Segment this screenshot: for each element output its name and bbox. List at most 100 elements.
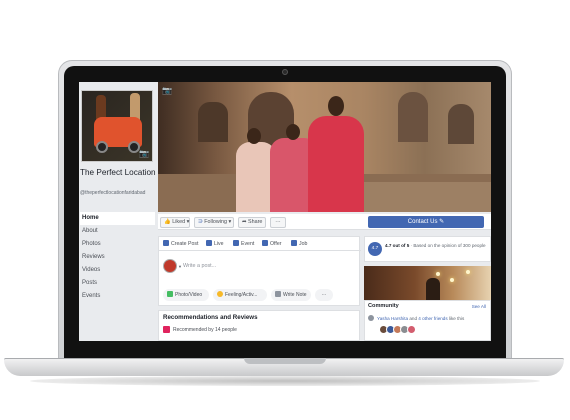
car-wheel: [96, 141, 108, 153]
liked-button[interactable]: 👍 Liked ▾: [160, 217, 190, 228]
laptop-notch: [244, 358, 326, 364]
lamp-light: [450, 278, 454, 282]
briefcase-icon: [291, 240, 297, 246]
thumbs-up-icon: 👍: [164, 219, 171, 225]
tab-create-post[interactable]: Create Post: [163, 239, 198, 249]
nav-item-events[interactable]: Events: [80, 290, 155, 303]
page-action-bar: 👍 Liked ▾ ∋ Following ▾ ➦ Share ··· Cont…: [158, 214, 491, 230]
tab-event[interactable]: Event: [233, 239, 254, 249]
community-card: Community See All Yasha Harshita and 4 o…: [364, 300, 491, 341]
feeling-activity-button[interactable]: Feeling/Activ...: [213, 289, 267, 301]
recommendations-card: Recommendations and Reviews Recommended …: [158, 310, 360, 341]
calendar-icon: [233, 240, 239, 246]
tab-label: Live: [214, 241, 224, 247]
write-post-input[interactable]: Write a post...: [183, 261, 353, 271]
camera-icon[interactable]: 📷: [139, 149, 149, 158]
tab-label: Offer: [270, 241, 282, 247]
laptop-mockup: 📷 The Perfect Location @theperfectlocati…: [0, 0, 570, 420]
contact-us-label: Contact Us: [407, 219, 438, 225]
laptop-shadow: [30, 376, 540, 386]
liker-suffix: like this: [447, 316, 465, 321]
left-column: 📷 The Perfect Location @theperfectlocati…: [79, 82, 156, 341]
share-label: Share: [248, 219, 263, 225]
bride-head: [247, 128, 261, 144]
featured-photo[interactable]: [364, 266, 491, 300]
page-handle[interactable]: @theperfectlocationfaridabad: [80, 190, 156, 197]
recommended-by-line: Recommended by 14 people: [163, 326, 237, 333]
people-icon: [368, 315, 374, 321]
nav-item-reviews[interactable]: Reviews: [80, 251, 155, 264]
cover-arch: [198, 102, 228, 142]
rss-icon: ∋: [198, 219, 203, 225]
tag-icon: [262, 240, 268, 246]
recommended-by-text: Recommended by 14 people: [173, 327, 237, 333]
cover-arch: [448, 104, 474, 144]
rating-text: 4.7 out of 5 · Based on the opinion of 3…: [385, 242, 489, 249]
lamp-light: [436, 272, 440, 276]
liked-label: Liked: [172, 219, 186, 225]
avatar[interactable]: [407, 325, 416, 334]
cover-arch: [398, 92, 428, 142]
tab-label: Job: [299, 241, 308, 247]
rating-badge: 4.7: [368, 242, 382, 256]
recommendation-icon: [163, 326, 170, 333]
chevron-down-icon[interactable]: ▼: [178, 264, 182, 269]
chevron-down-icon: ▾: [228, 219, 232, 225]
community-title: Community: [368, 303, 399, 309]
avatar[interactable]: [163, 259, 177, 273]
write-note-button[interactable]: Write Note: [271, 289, 311, 301]
contact-us-button[interactable]: Contact Us ✎: [368, 216, 484, 228]
liker-name-link[interactable]: Yasha Harshita: [377, 316, 408, 321]
see-all-link[interactable]: See All: [472, 304, 486, 309]
composer-more-button[interactable]: ···: [315, 289, 333, 301]
tab-live[interactable]: Live: [206, 239, 224, 249]
following-label: Following: [204, 219, 227, 225]
rating-card: 4.7 4.7 out of 5 · Based on the opinion …: [364, 236, 491, 262]
more-options-button[interactable]: ···: [270, 217, 286, 228]
bride-head: [328, 96, 344, 116]
bride-dress: [308, 116, 364, 212]
camera-icon[interactable]: 📷: [162, 86, 172, 95]
tab-label: Event: [241, 241, 255, 247]
photo-video-button[interactable]: Photo/Video: [163, 289, 209, 301]
page-title: The Perfect Location: [80, 168, 156, 177]
nav-item-photos[interactable]: Photos: [80, 238, 155, 251]
nav-item-videos[interactable]: Videos: [80, 264, 155, 277]
button-label: Write Note: [283, 292, 307, 298]
photo-person: [426, 278, 440, 300]
composer-tabs: Create Post Live Event Offer Job: [159, 237, 361, 251]
webcam-icon: [282, 69, 288, 75]
smiley-icon: [217, 291, 223, 297]
video-camera-icon: [206, 240, 212, 246]
rating-basis: · Based on the opinion of 300 people: [409, 243, 486, 248]
tab-label: Create Post: [171, 241, 199, 247]
bride-head: [286, 124, 300, 140]
rating-score: 4.7 out of 5: [385, 243, 410, 248]
friends-like-line: Yasha Harshita and 4 other friends like …: [368, 315, 490, 321]
other-friends-link[interactable]: 4 other friends: [418, 316, 447, 321]
tab-offer[interactable]: Offer: [262, 239, 281, 249]
lamp-light: [466, 270, 470, 274]
profile-picture[interactable]: 📷: [81, 90, 153, 162]
note-icon: [275, 291, 281, 297]
nav-item-about[interactable]: About: [80, 225, 155, 238]
nav-item-posts[interactable]: Posts: [80, 277, 155, 290]
following-button[interactable]: ∋ Following ▾: [194, 217, 234, 228]
share-icon: ➦: [242, 219, 247, 225]
button-label: Feeling/Activ...: [225, 292, 258, 298]
chevron-down-icon: ▾: [186, 219, 190, 225]
cover-step: [348, 182, 491, 212]
share-button[interactable]: ➦ Share: [238, 217, 266, 228]
composer-buttons: Photo/Video Feeling/Activ... Write Note …: [159, 287, 361, 303]
pencil-icon: ✎: [439, 219, 445, 225]
photo-icon: [167, 291, 173, 297]
liker-connector: and: [408, 316, 419, 321]
page-navigation: Home About Photos Reviews Videos Posts E…: [80, 212, 155, 303]
facebook-page-screen: 📷 The Perfect Location @theperfectlocati…: [79, 82, 491, 341]
cover-photo[interactable]: 📷: [158, 82, 491, 212]
tab-job[interactable]: Job: [291, 239, 307, 249]
nav-item-home[interactable]: Home: [80, 212, 155, 225]
recommendations-title: Recommendations and Reviews: [163, 314, 258, 321]
pencil-icon: [163, 240, 169, 246]
button-label: Photo/Video: [175, 292, 203, 298]
